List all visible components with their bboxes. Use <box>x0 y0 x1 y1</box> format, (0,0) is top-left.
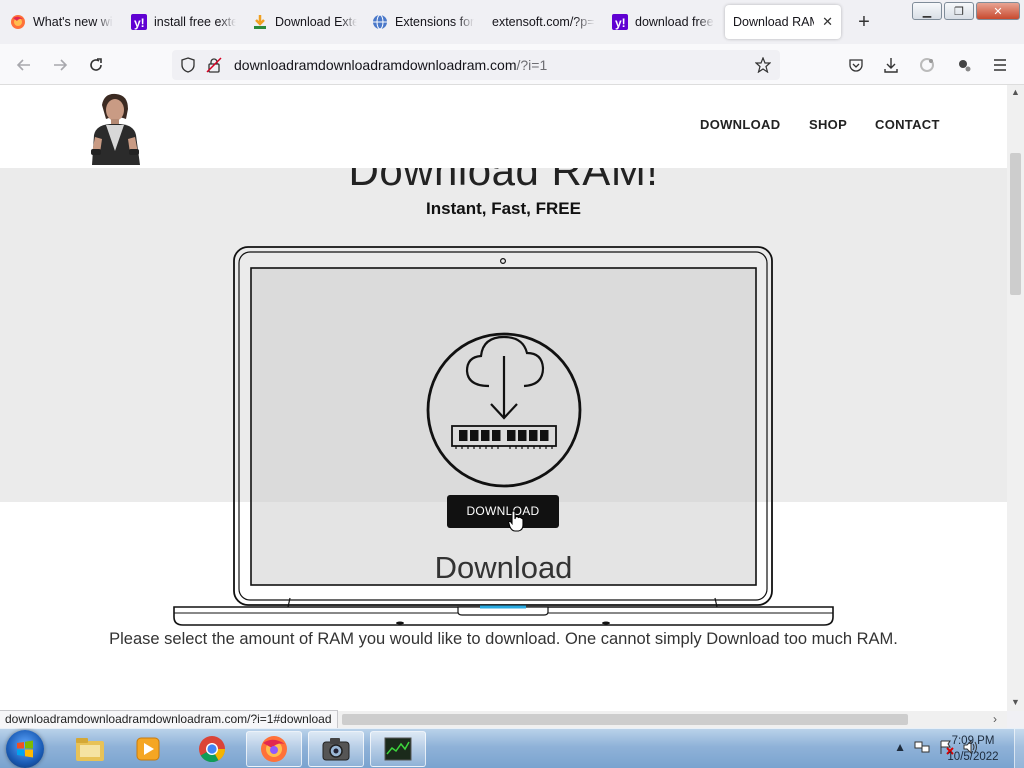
taskbar-firefox[interactable] <box>246 731 302 767</box>
globe-icon <box>372 14 388 30</box>
back-button[interactable] <box>12 53 36 77</box>
tab-title: Download Exte <box>275 15 357 29</box>
nav-shop-link[interactable]: SHOP <box>809 117 847 132</box>
back-arrow-icon <box>16 59 30 71</box>
windows-logo-icon <box>17 740 33 758</box>
download-site-icon <box>252 14 268 30</box>
url-host: downloadramdownloadramdownloadram.com <box>234 57 517 73</box>
network-icon[interactable] <box>914 739 930 755</box>
link-status-bar: downloadramdownloadramdownloadram.com/?i… <box>0 710 338 728</box>
insecure-lock-icon[interactable] <box>206 57 222 73</box>
scroll-up-arrow-icon[interactable]: ▲ <box>1011 87 1020 97</box>
tab-strip: What's new wi y! install free exte Downl… <box>0 0 1024 44</box>
firefox-icon <box>10 14 26 30</box>
vertical-scrollbar[interactable]: ▲ ▼ <box>1007 85 1024 711</box>
tab-title: extensoft.com/?p= <box>492 15 595 29</box>
scroll-right-arrow-icon[interactable]: › <box>993 712 997 726</box>
media-player-icon <box>136 737 160 761</box>
bookmark-star-icon[interactable] <box>755 57 771 73</box>
tab-title: install free exte <box>154 15 236 29</box>
tab-title: download free <box>635 15 714 29</box>
taskbar-camera-app[interactable] <box>308 731 364 767</box>
extension-icon[interactable] <box>954 55 974 75</box>
site-header: DOWNLOAD SHOP CONTACT <box>0 85 1007 168</box>
download-section-heading: Download <box>434 550 573 585</box>
chrome-icon <box>199 736 226 763</box>
window-controls: ▁ ❐ ✕ <box>912 2 1020 20</box>
camera-app-icon <box>322 738 350 761</box>
tab-title: What's new wi <box>33 15 113 29</box>
tab-title: Download RAM <box>733 15 815 29</box>
menu-hamburger-icon[interactable] <box>990 55 1010 75</box>
svg-text:y!: y! <box>134 16 145 30</box>
tab-download-ram[interactable]: Download RAM ✕ <box>725 5 841 39</box>
tab-extensoft[interactable]: extensoft.com/?p= <box>492 5 597 39</box>
vertical-scroll-thumb[interactable] <box>1010 153 1021 295</box>
nav-download-link[interactable]: DOWNLOAD <box>700 117 780 132</box>
taskbar-task-manager[interactable] <box>370 731 426 767</box>
tracking-shield-icon[interactable] <box>180 57 196 73</box>
taskbar-explorer[interactable] <box>62 731 118 767</box>
system-clock[interactable]: 7:09 PM 10/5/2022 <box>934 733 1012 765</box>
minimize-button[interactable]: ▁ <box>912 2 942 20</box>
hand-pointer-cursor-icon <box>508 510 524 532</box>
horizontal-scroll-thumb[interactable] <box>342 714 908 725</box>
close-tab-icon[interactable]: ✕ <box>822 14 833 30</box>
tab-extensions-for[interactable]: Extensions for <box>372 5 477 39</box>
scroll-down-arrow-icon[interactable]: ▼ <box>1011 697 1020 707</box>
start-button[interactable] <box>6 730 44 768</box>
tab-install-free[interactable]: y! install free exte <box>131 5 236 39</box>
explorer-icon <box>76 738 104 761</box>
yahoo-icon: y! <box>131 14 147 30</box>
restore-button[interactable]: ❐ <box>944 2 974 20</box>
firefox-icon <box>261 736 287 762</box>
reload-button[interactable] <box>84 53 108 77</box>
download-button[interactable]: DOWNLOAD <box>447 495 559 528</box>
site-logo-person-image[interactable] <box>86 91 144 165</box>
downloads-icon[interactable] <box>881 55 901 75</box>
clock-time: 7:09 PM <box>951 735 995 747</box>
pocket-icon[interactable] <box>846 55 866 75</box>
nav-contact-link[interactable]: CONTACT <box>875 117 940 132</box>
taskbar-chrome[interactable] <box>184 731 240 767</box>
show-hidden-icons-icon[interactable]: ▲ <box>894 740 906 754</box>
tab-title: Extensions for <box>395 15 475 29</box>
forward-button[interactable] <box>48 53 72 77</box>
tab-whats-new[interactable]: What's new wi <box>10 5 115 39</box>
url-bar[interactable]: downloadramdownloadramdownloadram.com/?i… <box>172 50 780 80</box>
forward-arrow-icon <box>54 59 68 71</box>
webcam-icon <box>500 258 507 265</box>
tab-download-ext[interactable]: Download Exte <box>252 5 357 39</box>
svg-text:y!: y! <box>615 16 626 30</box>
new-tab-button[interactable]: + <box>852 11 876 35</box>
tab-download-free[interactable]: y! download free <box>612 5 717 39</box>
download-section-description: Please select the amount of RAM you woul… <box>109 630 898 648</box>
navigation-toolbar: downloadramdownloadramdownloadram.com/?i… <box>0 44 1024 85</box>
yahoo-icon: y! <box>612 14 628 30</box>
task-manager-icon <box>384 737 412 761</box>
extension-puzzle-icon[interactable] <box>917 55 937 75</box>
hero-subtitle: Instant, Fast, FREE <box>426 199 581 218</box>
reload-icon <box>90 58 102 71</box>
url-path: /?i=1 <box>516 57 548 73</box>
url-text: downloadramdownloadramdownloadram.com/?i… <box>234 57 547 73</box>
web-page: Download RAM! DOWNLOAD SHOP CONTACT Inst… <box>0 85 1007 711</box>
taskbar-media-player[interactable] <box>120 731 176 767</box>
clock-date: 10/5/2022 <box>947 751 999 763</box>
close-window-button[interactable]: ✕ <box>976 2 1020 20</box>
show-desktop-button[interactable] <box>1014 729 1024 768</box>
windows-taskbar: ▲ 7:09 PM 10/5/2022 <box>0 728 1024 768</box>
